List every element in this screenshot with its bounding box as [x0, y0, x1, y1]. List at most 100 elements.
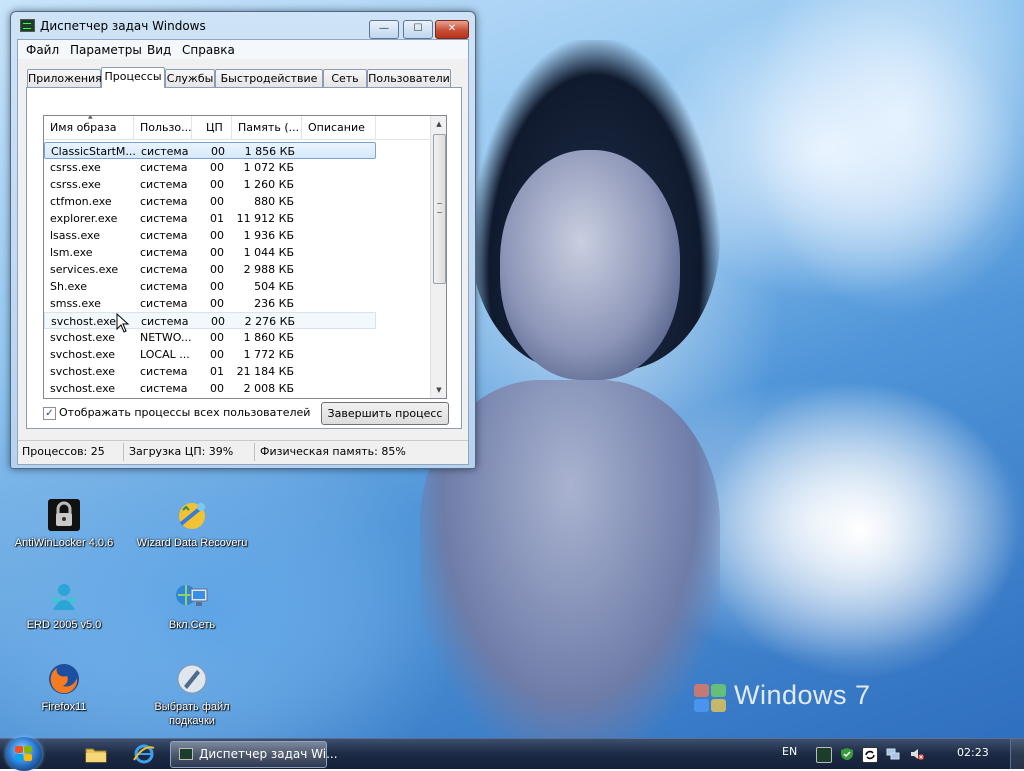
task-manager-window[interactable]: Диспетчер задач Windows — ☐ ✕ Файл Парам…: [10, 11, 476, 469]
tray-security-check-icon[interactable]: [840, 747, 854, 761]
process-memory-cell: 1 772 КБ: [243, 348, 294, 361]
show-all-users-label[interactable]: Отображать процессы всех пользователей: [59, 406, 310, 419]
process-cpu-cell: 00: [210, 382, 224, 395]
process-row[interactable]: svchost.exe система 01 21 184 КБ: [44, 363, 430, 380]
column-header-memory[interactable]: Память (...: [232, 116, 302, 139]
scroll-down-arrow-icon[interactable]: ▼: [431, 382, 446, 398]
close-button[interactable]: ✕: [435, 20, 469, 39]
taskbar-task-manager-button[interactable]: Диспетчер задач Wi...: [170, 741, 338, 768]
show-desktop-button[interactable]: [1010, 739, 1024, 769]
window-title: Диспетчер задач Windows: [40, 19, 206, 33]
column-header-description[interactable]: Описание: [302, 116, 376, 139]
desktop-icon-wizard-data-recovery[interactable]: Wizard Data Recoveru: [132, 498, 252, 550]
scrollbar-thumb[interactable]: [433, 134, 446, 284]
column-header-user[interactable]: Пользо...: [134, 116, 192, 139]
process-row[interactable]: ctfmon.exe система 00 880 КБ: [44, 193, 430, 210]
process-list[interactable]: ▲ Имя образа Пользо... ЦП Память (... Оп…: [43, 115, 447, 399]
process-user-cell: система: [140, 297, 188, 310]
desktop-icon-label: Firefox11: [41, 701, 87, 713]
internet-explorer-icon[interactable]: [132, 743, 156, 765]
windows7-wallpaper-logo: Windows 7: [694, 680, 874, 720]
show-all-users-checkbox[interactable]: ✓: [43, 407, 56, 420]
column-header-image-name[interactable]: ▲ Имя образа: [44, 116, 134, 139]
tab-network[interactable]: Сеть: [323, 69, 367, 87]
maximize-button[interactable]: ☐: [403, 20, 433, 39]
tab-processes[interactable]: Процессы: [101, 67, 165, 88]
menu-view[interactable]: Вид: [147, 43, 171, 57]
column-header-cpu[interactable]: ЦП: [192, 116, 232, 139]
minimize-button[interactable]: —: [369, 20, 399, 39]
menu-file[interactable]: Файл: [26, 43, 59, 57]
process-cpu-cell: 00: [210, 178, 224, 191]
status-physical-memory: Физическая память: 85%: [260, 445, 406, 458]
tray-sync-icon[interactable]: [862, 747, 878, 763]
desktop-icon-erd[interactable]: ERD 2005 v5.0: [4, 580, 124, 632]
process-row[interactable]: svchost.exe система 00 2 008 КБ: [44, 380, 430, 397]
process-user-cell: система: [140, 263, 188, 276]
process-row[interactable]: svchost.exe система 00 2 276 КБ: [44, 312, 376, 329]
desktop-icon-pagefile[interactable]: Выбрать файл подкачки: [132, 662, 252, 728]
explorer-folder-icon[interactable]: [84, 743, 108, 765]
process-memory-cell: 11 912 КБ: [236, 212, 294, 225]
process-name-cell: csrss.exe: [50, 161, 101, 174]
wallpaper-petal: [700, 380, 1020, 680]
tab-applications[interactable]: Приложения: [27, 69, 102, 87]
tray-volume-muted-icon[interactable]: [910, 747, 924, 761]
desktop-icon-label: Выбрать файл подкачки: [154, 701, 230, 727]
desktop-icon-firefox[interactable]: Firefox11: [4, 662, 124, 714]
process-memory-cell: 1 936 КБ: [243, 229, 294, 242]
end-process-button[interactable]: Завершить процесс: [321, 402, 449, 425]
process-cpu-cell: 01: [210, 212, 224, 225]
process-name-cell: services.exe: [50, 263, 119, 276]
process-user-cell: LOCAL ...: [140, 348, 190, 361]
process-user-cell: NETWO...: [140, 331, 192, 344]
tab-users[interactable]: Пользователи: [367, 69, 451, 87]
tray-network-icon[interactable]: [886, 747, 900, 761]
process-cpu-cell: 01: [210, 365, 224, 378]
process-row[interactable]: svchost.exe NETWO... 00 1 860 КБ: [44, 329, 430, 346]
menu-help[interactable]: Справка: [182, 43, 235, 57]
process-row[interactable]: Sh.exe система 00 504 КБ: [44, 278, 430, 295]
desktop-icon-network-on[interactable]: Вкл.Сеть: [132, 580, 252, 632]
process-memory-cell: 1 856 КБ: [244, 145, 295, 158]
language-indicator[interactable]: EN: [782, 745, 797, 758]
process-cpu-cell: 00: [210, 297, 224, 310]
process-row[interactable]: lsass.exe система 00 1 936 КБ: [44, 227, 430, 244]
taskbar-task-label: Диспетчер задач Wi...: [199, 747, 338, 761]
windows-flag-icon: [15, 746, 33, 762]
taskbar-clock[interactable]: 02:23: [957, 746, 989, 759]
process-row[interactable]: services.exe система 00 2 988 КБ: [44, 261, 430, 278]
status-bar: Процессов: 25 Загрузка ЦП: 39% Физическа…: [18, 440, 468, 463]
scroll-up-arrow-icon[interactable]: ▲: [431, 116, 446, 132]
wallpaper-portrait-face: [500, 150, 680, 380]
tab-services[interactable]: Службы: [165, 69, 215, 87]
process-row[interactable]: lsm.exe система 00 1 044 КБ: [44, 244, 430, 261]
scrollbar-grip: [437, 203, 442, 213]
tab-performance[interactable]: Быстродействие: [215, 69, 323, 87]
process-row[interactable]: ClassicStartM... система 00 1 856 КБ: [44, 142, 376, 159]
process-cpu-cell: 00: [210, 195, 224, 208]
column-header-label: Имя образа: [50, 121, 117, 134]
window-titlebar[interactable]: Диспетчер задач Windows — ☐ ✕: [11, 12, 475, 39]
vertical-scrollbar[interactable]: ▲ ▼: [430, 116, 446, 398]
process-user-cell: система: [140, 365, 188, 378]
process-name-cell: smss.exe: [50, 297, 101, 310]
process-row[interactable]: smss.exe система 00 236 КБ: [44, 295, 430, 312]
process-user-cell: система: [141, 145, 189, 158]
start-button[interactable]: [6, 737, 42, 771]
process-row[interactable]: svchost.exe LOCAL ... 00 1 772 КБ: [44, 346, 430, 363]
process-row[interactable]: csrss.exe система 00 1 072 КБ: [44, 159, 430, 176]
desktop-icon-label: Wizard Data Recoveru: [136, 537, 248, 549]
process-name-cell: svchost.exe: [50, 365, 116, 378]
process-name-cell: svchost.exe: [50, 331, 116, 344]
desktop-icon-antiwinlocker[interactable]: AntiWinLocker 4.0.6: [4, 498, 124, 550]
menu-options[interactable]: Параметры: [70, 43, 142, 57]
process-row[interactable]: explorer.exe система 01 11 912 КБ: [44, 210, 430, 227]
processes-panel: ▲ Имя образа Пользо... ЦП Память (... Оп…: [26, 87, 462, 429]
status-divider: [123, 443, 124, 461]
process-memory-cell: 1 260 КБ: [243, 178, 294, 191]
tray-task-manager-icon[interactable]: [816, 747, 832, 763]
process-row[interactable]: csrss.exe система 00 1 260 КБ: [44, 176, 430, 193]
process-user-cell: система: [141, 315, 189, 328]
task-manager-icon: [20, 19, 35, 32]
